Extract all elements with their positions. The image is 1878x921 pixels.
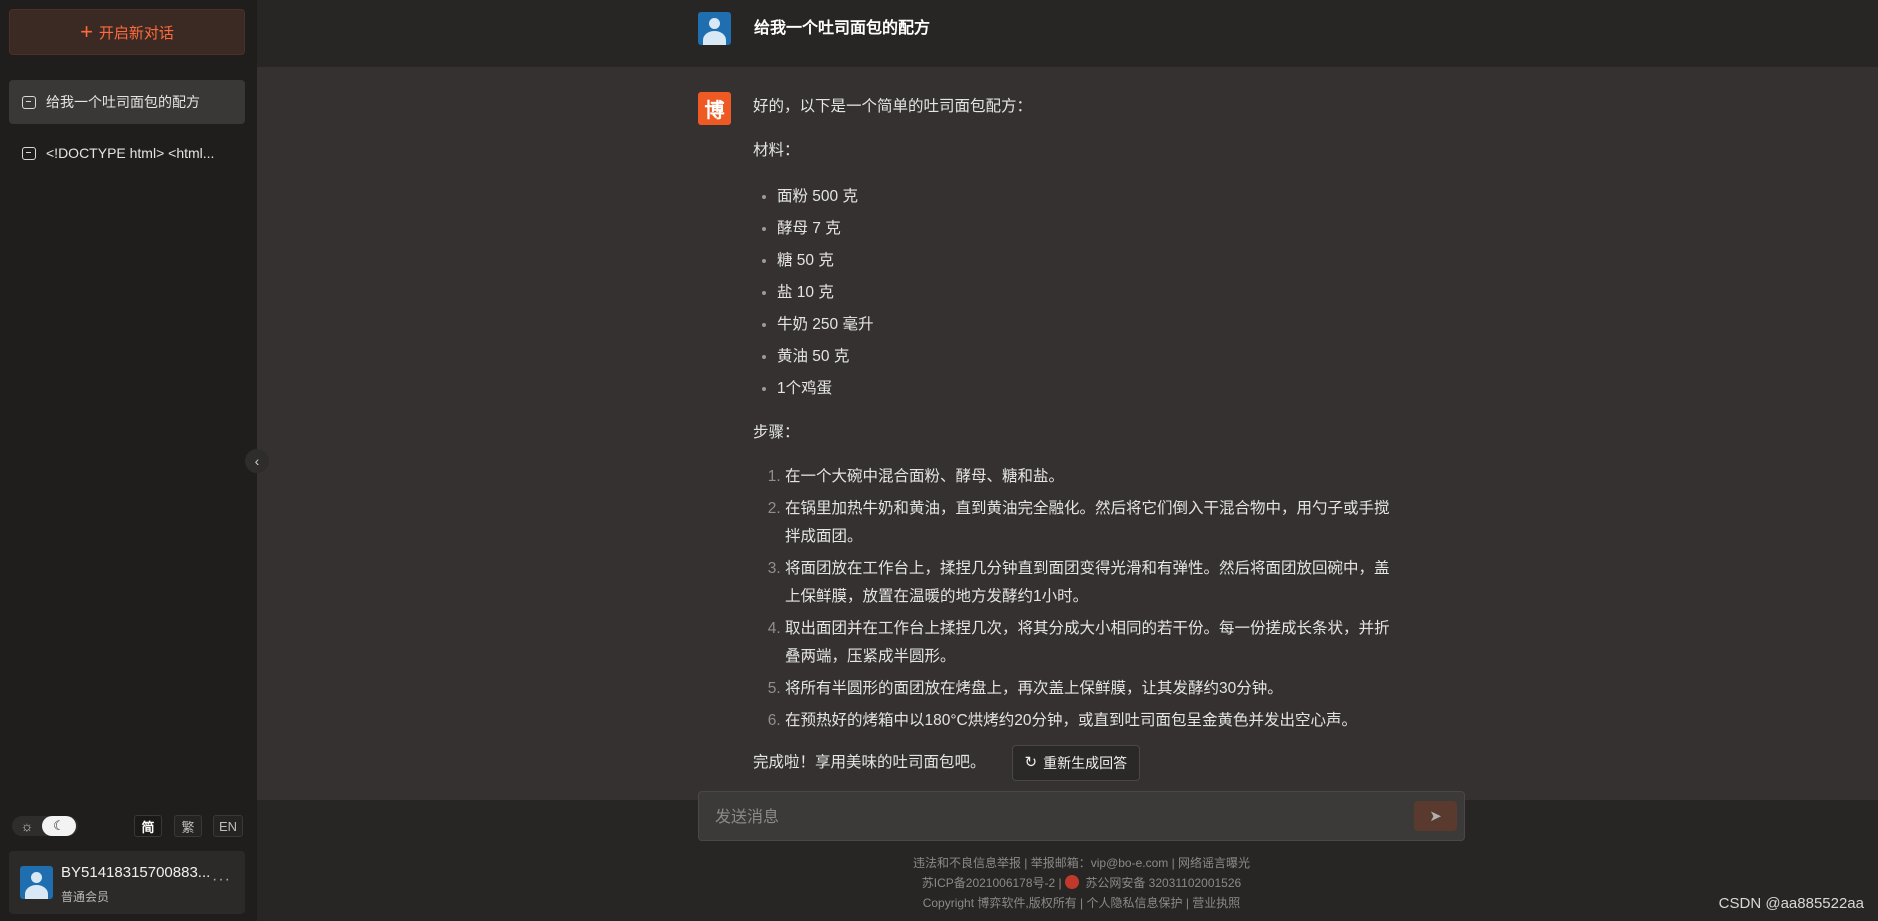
message-input[interactable] xyxy=(713,804,1397,832)
sun-icon[interactable]: ☼ xyxy=(12,818,42,834)
new-chat-label: 开启新对话 xyxy=(98,24,174,42)
list-item: 将所有半圆形的面团放在烤盘上，再次盖上保鲜膜，让其发酵约30分钟。 xyxy=(785,675,1403,703)
conversation-item[interactable]: 给我一个吐司面包的配方 xyxy=(9,80,245,124)
list-item: 黄油 50 克 xyxy=(777,341,1403,373)
list-item: 将面团放在工作台上，揉捏几分钟直到面团变得光滑和有弹性。然后将面团放回碗中，盖上… xyxy=(785,555,1403,611)
new-chat-button[interactable]: + 开启新对话 xyxy=(9,9,245,55)
list-item: 盐 10 克 xyxy=(777,277,1403,309)
police-link[interactable]: 苏公网安备 32031102001526 xyxy=(1085,876,1241,890)
answer-intro: 好的，以下是一个简单的吐司面包配方： xyxy=(753,98,1033,115)
conversation-label: <!DOCTYPE html> <html... xyxy=(46,145,215,161)
answer-closing: 完成啦！享用美味的吐司面包吧。 xyxy=(753,754,986,771)
list-item: 取出面团并在工作台上揉捏几次，将其分成大小相同的若干份。每一份搓成长条状，并折叠… xyxy=(785,615,1403,671)
collapse-sidebar-button[interactable]: ‹ xyxy=(245,449,269,473)
lang-english-button[interactable]: EN xyxy=(213,815,244,837)
lang-simplified-button[interactable]: 简 xyxy=(134,815,162,837)
plus-icon: + xyxy=(80,19,93,44)
list-item: 糖 50 克 xyxy=(777,245,1403,277)
police-badge-icon xyxy=(1064,875,1079,889)
theme-toggle[interactable]: ☼ ☾ xyxy=(12,816,78,836)
chat-bubble-icon xyxy=(22,95,36,109)
chat-bubble-icon xyxy=(22,146,36,160)
lang-traditional-button[interactable]: 繁 xyxy=(174,815,202,837)
icp-link[interactable]: 苏ICP备2021006178号-2 | xyxy=(922,876,1062,890)
conversation-item[interactable]: <!DOCTYPE html> <html... xyxy=(9,131,245,175)
bot-answer: 好的，以下是一个简单的吐司面包配方： 材料： 面粉 500 克 酵母 7 克 糖… xyxy=(753,93,1403,781)
bot-avatar: 博 xyxy=(698,92,731,125)
message-input-box: ➤ xyxy=(698,791,1465,841)
avatar xyxy=(20,866,53,899)
user-card[interactable]: BY51418315700883... 普通会员 ··· xyxy=(9,851,245,914)
materials-heading: 材料： xyxy=(753,142,800,159)
watermark: CSDN @aa885522aa xyxy=(1718,895,1864,912)
list-item: 面粉 500 克 xyxy=(777,181,1403,213)
list-item: 1个鸡蛋 xyxy=(777,373,1403,405)
conversation-label: 给我一个吐司面包的配方 xyxy=(46,94,200,110)
list-item: 在预热好的烤箱中以180°C烘烤约20分钟，或直到吐司面包呈金黄色并发出空心声。 xyxy=(785,707,1403,735)
materials-list: 面粉 500 克 酵母 7 克 糖 50 克 盐 10 克 牛奶 250 毫升 … xyxy=(753,181,1403,405)
footer-line-2: 苏ICP备2021006178号-2 | 苏公网安备 3203110200152… xyxy=(698,873,1465,893)
user-message-row: 给我一个吐司面包的配方 xyxy=(257,0,1878,67)
regenerate-button[interactable]: ↻ 重新生成回答 xyxy=(1011,745,1141,781)
refresh-icon: ↻ xyxy=(1024,754,1038,771)
steps-list: 在一个大碗中混合面粉、酵母、糖和盐。 在锅里加热牛奶和黄油，直到黄油完全融化。然… xyxy=(753,463,1403,735)
send-icon: ➤ xyxy=(1429,808,1442,825)
sidebar: + 开启新对话 给我一个吐司面包的配方 <!DOCTYPE html> <htm… xyxy=(0,0,257,921)
avatar xyxy=(698,12,731,45)
steps-heading: 步骤： xyxy=(753,424,800,441)
list-item: 牛奶 250 毫升 xyxy=(777,309,1403,341)
user-level: 普通会员 xyxy=(61,890,110,904)
footer: 违法和不良信息举报 | 举报邮箱：vip@bo-e.com | 网络谣言曝光 苏… xyxy=(698,853,1465,913)
footer-line-1: 违法和不良信息举报 | 举报邮箱：vip@bo-e.com | 网络谣言曝光 xyxy=(912,856,1251,870)
list-item: 在锅里加热牛奶和黄油，直到黄油完全融化。然后将它们倒入干混合物中，用勺子或手搅拌… xyxy=(785,495,1403,551)
more-options-icon[interactable]: ··· xyxy=(212,871,231,889)
footer-line-3: Copyright 博弈软件,版权所有 | 个人隐私信息保护 | 营业执照 xyxy=(922,896,1241,910)
user-message: 给我一个吐司面包的配方 xyxy=(754,20,931,37)
user-name: BY51418315700883... xyxy=(61,864,211,881)
list-item: 在一个大碗中混合面粉、酵母、糖和盐。 xyxy=(785,463,1403,491)
list-item: 酵母 7 克 xyxy=(777,213,1403,245)
send-button[interactable]: ➤ xyxy=(1414,801,1457,831)
answer-closing-row: 完成啦！享用美味的吐司面包吧。 ↻ 重新生成回答 xyxy=(753,745,1403,781)
moon-icon[interactable]: ☾ xyxy=(42,816,76,836)
regenerate-label: 重新生成回答 xyxy=(1043,755,1128,771)
